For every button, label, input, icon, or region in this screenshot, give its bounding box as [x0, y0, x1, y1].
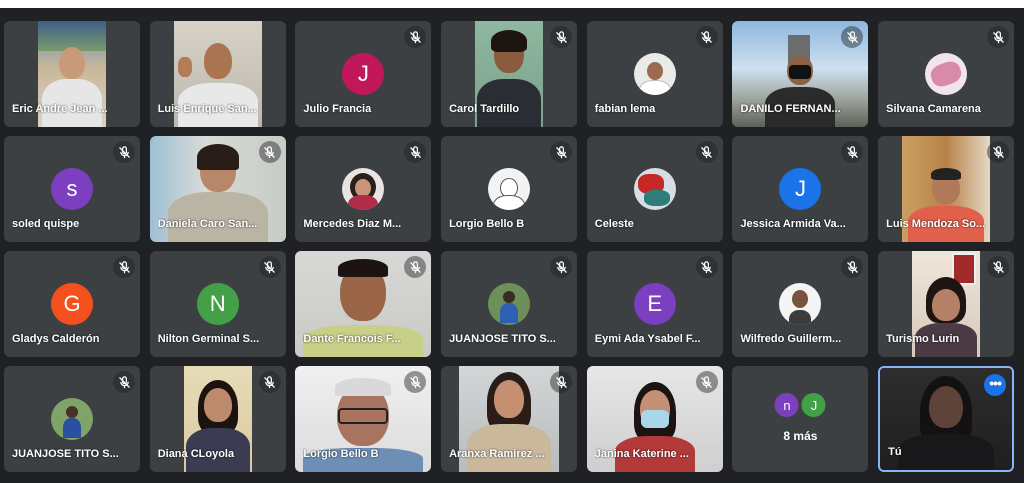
participant-name: fabian lema: [594, 103, 656, 115]
participant-tile[interactable]: Luis Enrique San...: [149, 21, 286, 127]
participant-name: Wilfredo Guillerm...: [740, 333, 842, 345]
participant-name: Janina Katerine ...: [594, 448, 689, 460]
participant-name: Silvana Camarena: [886, 103, 981, 115]
participant-tile[interactable]: Mercedes Diaz M...: [295, 136, 432, 242]
mic-off-icon: [550, 256, 573, 278]
mic-off-icon: [550, 26, 573, 48]
participant-tile[interactable]: Eric Andre Jean ...: [4, 21, 140, 127]
mic-off-icon: [404, 26, 427, 48]
self-tile[interactable]: ••• Tú: [878, 366, 1015, 472]
participant-name: Turismo Lurin: [886, 333, 960, 345]
participant-name: Celeste: [594, 218, 634, 230]
avatar: [779, 283, 822, 325]
avatar: [633, 168, 676, 210]
avatar: [925, 53, 968, 95]
mic-off-icon: [258, 256, 281, 278]
participant-name: Lorgio Bello B: [449, 218, 525, 230]
more-participants-label: 8 más: [783, 429, 818, 443]
participant-name: Eymi Ada Ysabel F...: [594, 333, 701, 345]
participant-name: Gladys Calderón: [12, 333, 100, 345]
mic-off-icon: [695, 141, 718, 163]
participant-tile[interactable]: Aranxa Ramirez ...: [441, 366, 578, 472]
more-participants-avatars: n J: [774, 393, 826, 417]
participant-name: Dante Francois F...: [303, 333, 401, 345]
avatar: [342, 168, 385, 210]
more-horiz-icon: •••: [989, 375, 1002, 391]
mic-off-icon: [550, 141, 573, 163]
mic-off-icon: [113, 256, 135, 278]
participant-name: Mercedes Diaz M...: [303, 218, 402, 230]
participant-tile[interactable]: s soled quispe: [4, 136, 140, 242]
participant-tile[interactable]: Janina Katerine ...: [586, 366, 723, 472]
avatar: J: [342, 53, 385, 95]
mic-off-icon: [113, 371, 135, 393]
participant-name: Daniela Caro San...: [157, 218, 258, 230]
mic-off-icon: [987, 26, 1010, 48]
participant-name: Julio Francia: [303, 103, 372, 115]
participant-name: Carol Tardillo: [449, 103, 520, 115]
avatar: [488, 283, 531, 325]
avatar: [51, 398, 93, 440]
participant-tile[interactable]: Lorgio Bello B: [441, 136, 578, 242]
participant-tile[interactable]: Celeste: [586, 136, 723, 242]
participant-name: Jessica Armida Va...: [740, 218, 846, 230]
avatar: J: [801, 393, 826, 417]
mic-off-icon: [695, 371, 718, 393]
avatar: [488, 168, 531, 210]
participant-name: soled quispe: [12, 218, 80, 230]
mic-off-icon: [987, 256, 1010, 278]
participant-tile[interactable]: Carol Tardillo: [441, 21, 578, 127]
avatar: G: [51, 283, 93, 325]
mic-off-icon: [113, 141, 135, 163]
participant-tile[interactable]: J Julio Francia: [295, 21, 432, 127]
mic-off-icon: [550, 371, 573, 393]
avatar: s: [51, 168, 93, 210]
participant-name: Diana CLoyola: [157, 448, 235, 460]
participant-tile[interactable]: Wilfredo Guillerm...: [732, 251, 869, 357]
participant-tile[interactable]: JUANJOSE TITO S...: [4, 366, 140, 472]
participant-grid: Eric Andre Jean ... Luis Enrique San... …: [4, 21, 1015, 472]
participant-name: Aranxa Ramirez ...: [449, 448, 545, 460]
participant-tile[interactable]: JUANJOSE TITO S...: [441, 251, 578, 357]
participant-tile[interactable]: DANILO FERNAN...: [732, 21, 869, 127]
avatar: n: [774, 393, 799, 417]
avatar: [633, 53, 676, 95]
top-bar: [0, 0, 1024, 8]
participant-tile[interactable]: Luis Mendoza So...: [878, 136, 1015, 242]
participant-tile[interactable]: Turismo Lurin: [878, 251, 1015, 357]
mic-off-icon: [841, 141, 864, 163]
mic-off-icon: [695, 256, 718, 278]
participant-tile[interactable]: E Eymi Ada Ysabel F...: [586, 251, 723, 357]
more-options-button[interactable]: •••: [984, 374, 1007, 396]
avatar: J: [779, 168, 822, 210]
participant-name: Lorgio Bello B: [303, 448, 379, 460]
self-name: Tú: [888, 446, 902, 458]
participant-name: Nilton Germinal S...: [157, 333, 260, 345]
participant-name: JUANJOSE TITO S...: [449, 333, 556, 345]
mic-off-icon: [404, 141, 427, 163]
participant-tile[interactable]: Silvana Camarena: [878, 21, 1015, 127]
avatar: E: [633, 283, 676, 325]
avatar: N: [196, 283, 239, 325]
more-participants-tile[interactable]: n J 8 más: [732, 366, 869, 472]
participant-tile[interactable]: Dante Francois F...: [295, 251, 432, 357]
mic-off-icon: [695, 26, 718, 48]
mic-off-icon: [258, 141, 281, 163]
mic-off-icon: [258, 371, 281, 393]
participant-tile[interactable]: J Jessica Armida Va...: [732, 136, 869, 242]
mic-off-icon: [841, 256, 864, 278]
participant-tile[interactable]: G Gladys Calderón: [4, 251, 140, 357]
participant-tile[interactable]: fabian lema: [586, 21, 723, 127]
participant-name: Luis Enrique San...: [157, 103, 257, 115]
participant-name: Luis Mendoza So...: [886, 218, 986, 230]
participant-tile[interactable]: Lorgio Bello B: [295, 366, 432, 472]
participant-tile[interactable]: N Nilton Germinal S...: [149, 251, 286, 357]
participant-tile[interactable]: Daniela Caro San...: [149, 136, 286, 242]
mic-off-icon: [987, 141, 1010, 163]
participant-name: DANILO FERNAN...: [740, 103, 841, 115]
participant-name: Eric Andre Jean ...: [12, 103, 108, 115]
participant-tile[interactable]: Diana CLoyola: [149, 366, 286, 472]
participant-name: JUANJOSE TITO S...: [12, 448, 119, 460]
